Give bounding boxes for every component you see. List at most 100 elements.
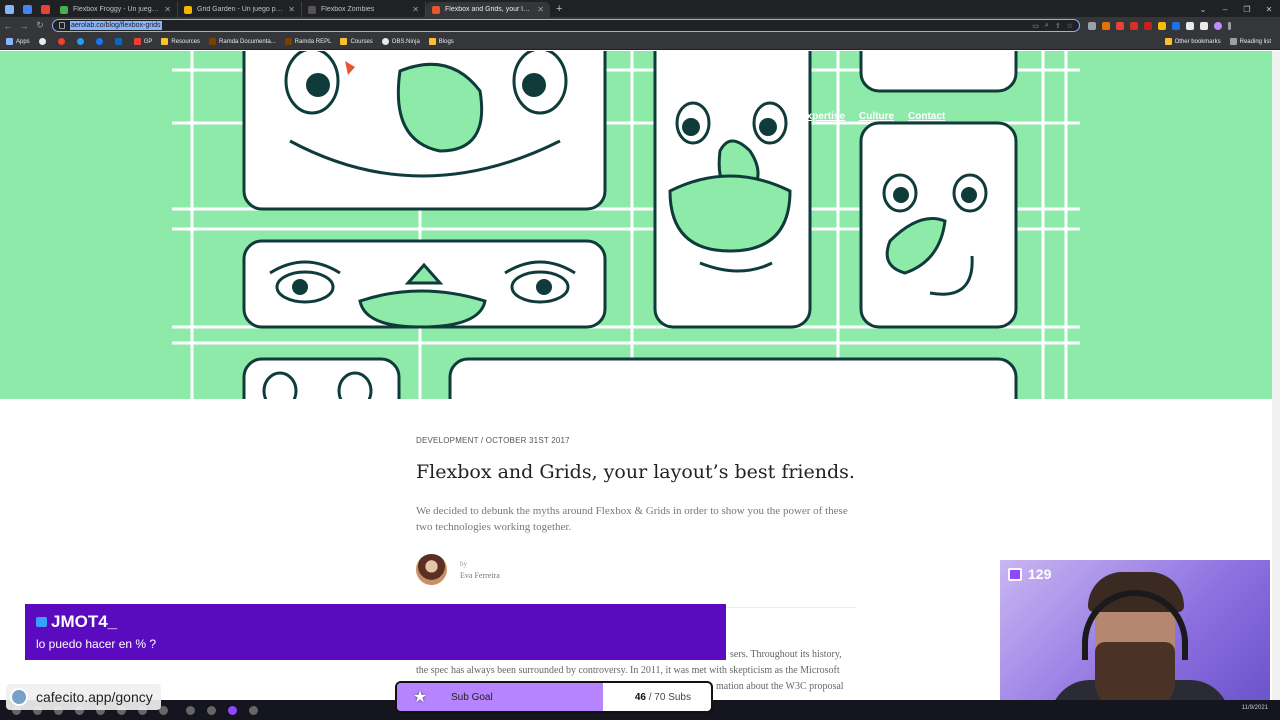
twitch-icon	[1008, 567, 1022, 581]
puzzle-icon[interactable]	[1200, 21, 1208, 30]
folder-icon	[428, 38, 436, 45]
close-icon[interactable]: ✕	[288, 5, 295, 14]
article-body-line: mation about the W3C proposal	[716, 681, 844, 692]
bookmark-obs-ninja[interactable]: OBS.Ninja	[381, 38, 420, 45]
share-icon[interactable]: ⇪	[1055, 22, 1061, 30]
bookmark-ramda-docs[interactable]: Ramda Documenta...	[209, 38, 276, 45]
bookmark-linkedin[interactable]	[114, 38, 125, 45]
back-icon[interactable]: ←	[0, 21, 16, 31]
twitch-taskbar-icon[interactable]	[228, 705, 237, 715]
maximize-icon[interactable]: ❐	[1236, 2, 1258, 17]
nav-link-contact[interactable]: Contact	[908, 111, 945, 122]
tab-flexbox-froggy[interactable]: Flexbox Froggy - Un juego para... ✕	[54, 2, 178, 17]
browser-tab-strip: Flexbox Froggy - Un juego para... ✕ Grid…	[0, 0, 1280, 17]
article-body-line: sers. Throughout its history,	[730, 649, 842, 660]
bookmark-github[interactable]	[38, 38, 49, 45]
bookmark-youtube[interactable]	[57, 38, 68, 45]
site-navigation: Expertise Culture Contact	[800, 111, 945, 122]
minimize-icon[interactable]: –	[1214, 2, 1236, 17]
profile-avatar-icon[interactable]	[1214, 21, 1222, 30]
cafecito-logo-icon	[10, 688, 28, 706]
app-icon	[22, 5, 32, 14]
pinned-tab[interactable]	[0, 2, 18, 17]
adblock-icon[interactable]	[1130, 21, 1138, 30]
bookmark-courses[interactable]: Courses	[340, 38, 373, 45]
article-meta: DEVELOPMENT / OCTOBER 31ST 2017	[416, 436, 570, 445]
bookmark-facebook[interactable]	[95, 38, 106, 45]
taskbar-app-icon[interactable]	[186, 705, 195, 715]
bookmark-apps[interactable]: Apps	[6, 38, 30, 45]
taskbar-clock: 11/9/2021	[1241, 705, 1268, 711]
bookmark-gp[interactable]: GP	[133, 38, 153, 45]
chat-username-text: JMOT4_	[51, 612, 118, 631]
page-scrollbar[interactable]	[1272, 51, 1280, 720]
extension-icon[interactable]	[1186, 21, 1194, 30]
tab-flexbox-grids[interactable]: Flexbox and Grids, your layout's b... ✕	[426, 2, 550, 17]
address-bar[interactable]: aerolab.co/blog/flexbox-grids ▭ ⌕ ⇪ ☆	[52, 19, 1080, 32]
extension-icon[interactable]	[1102, 21, 1110, 30]
linkedin-icon	[114, 38, 122, 45]
chat-overlay: JMOT4_ lo puedo hacer en % ?	[25, 604, 726, 660]
bookmark-ramda-repl[interactable]: Ramda REPL	[284, 38, 331, 45]
tab-search-icon[interactable]: ⌄	[1192, 2, 1214, 17]
twitter-icon	[76, 38, 84, 45]
bookmark-label: GP	[143, 38, 153, 45]
apps-grid-icon	[6, 38, 13, 45]
ramda-icon	[209, 38, 217, 45]
browser-toolbar: ← → ↻ aerolab.co/blog/flexbox-grids ▭ ⌕ …	[0, 17, 1280, 34]
taskbar-app-icon[interactable]	[249, 705, 258, 715]
zoom-icon[interactable]: ⌕	[1045, 22, 1049, 30]
tab-grid-garden[interactable]: Grid Garden - Un juego para apr... ✕	[178, 2, 302, 17]
nav-link-expertise[interactable]: Expertise	[800, 111, 845, 122]
bookmark-label: Resources	[171, 38, 201, 45]
close-window-icon[interactable]: ✕	[1258, 2, 1280, 17]
nav-link-culture[interactable]: Culture	[859, 111, 894, 122]
cafecito-badge: cafecito.app/goncy	[6, 684, 161, 710]
tab-flexbox-zombies[interactable]: Flexbox Zombies ✕	[302, 2, 426, 17]
garden-icon	[184, 5, 192, 14]
bookmark-blogs[interactable]: Blogs	[428, 38, 454, 45]
bookmark-label: Other bookmarks	[1174, 38, 1221, 45]
pinned-tab[interactable]	[18, 2, 36, 17]
author-name[interactable]: Eva Ferreira	[460, 571, 500, 580]
close-icon[interactable]: ✕	[164, 5, 171, 14]
extension-icon[interactable]	[1172, 21, 1180, 30]
author-avatar	[416, 554, 447, 585]
url-text[interactable]: aerolab.co/blog/flexbox-grids	[70, 21, 162, 30]
bookmark-label: Reading list	[1239, 38, 1271, 45]
extension-icon[interactable]	[1144, 21, 1152, 30]
pen-icon[interactable]	[1088, 21, 1096, 30]
reload-icon[interactable]: ↻	[32, 20, 48, 31]
folder-icon	[340, 38, 348, 45]
cafecito-link: cafecito.app/goncy	[36, 689, 153, 705]
webcam-overlay: 129	[1000, 560, 1270, 710]
gmail-icon	[133, 38, 141, 45]
cast-icon[interactable]: ▭	[1032, 22, 1039, 30]
bookmark-label: OBS.Ninja	[391, 38, 420, 45]
zombie-icon	[308, 5, 316, 14]
extension-icon[interactable]	[1158, 21, 1166, 30]
bookmark-star-icon[interactable]: ☆	[1067, 22, 1073, 30]
gmail-icon	[40, 5, 50, 14]
folder-icon	[161, 38, 169, 45]
bookmark-resources[interactable]: Resources	[161, 38, 200, 45]
other-bookmarks[interactable]: Other bookmarks	[1164, 38, 1221, 45]
sub-goal-label: Sub Goal	[451, 692, 493, 703]
bookmark-twitter[interactable]	[76, 38, 87, 45]
pinned-tab[interactable]	[36, 2, 54, 17]
close-icon[interactable]: ✕	[412, 5, 419, 14]
article-body-line: the spec has always been surrounded by c…	[416, 665, 840, 676]
window-controls: ⌄ – ❐ ✕	[1192, 2, 1280, 17]
new-tab-button[interactable]: +	[550, 2, 568, 17]
sub-goal-total: / 70 Subs	[648, 692, 691, 703]
twitch-badge-icon	[36, 617, 47, 627]
menu-icon[interactable]	[1228, 21, 1231, 30]
close-icon[interactable]: ✕	[537, 5, 544, 14]
forward-icon[interactable]: →	[16, 21, 32, 31]
folder-icon	[1164, 38, 1172, 45]
chat-username: JMOT4_	[36, 612, 117, 632]
extension-icon[interactable]	[1116, 21, 1124, 30]
reading-list[interactable]: Reading list	[1229, 38, 1271, 45]
taskbar-app-icon[interactable]	[207, 705, 216, 715]
viewer-count: 129	[1008, 566, 1051, 582]
